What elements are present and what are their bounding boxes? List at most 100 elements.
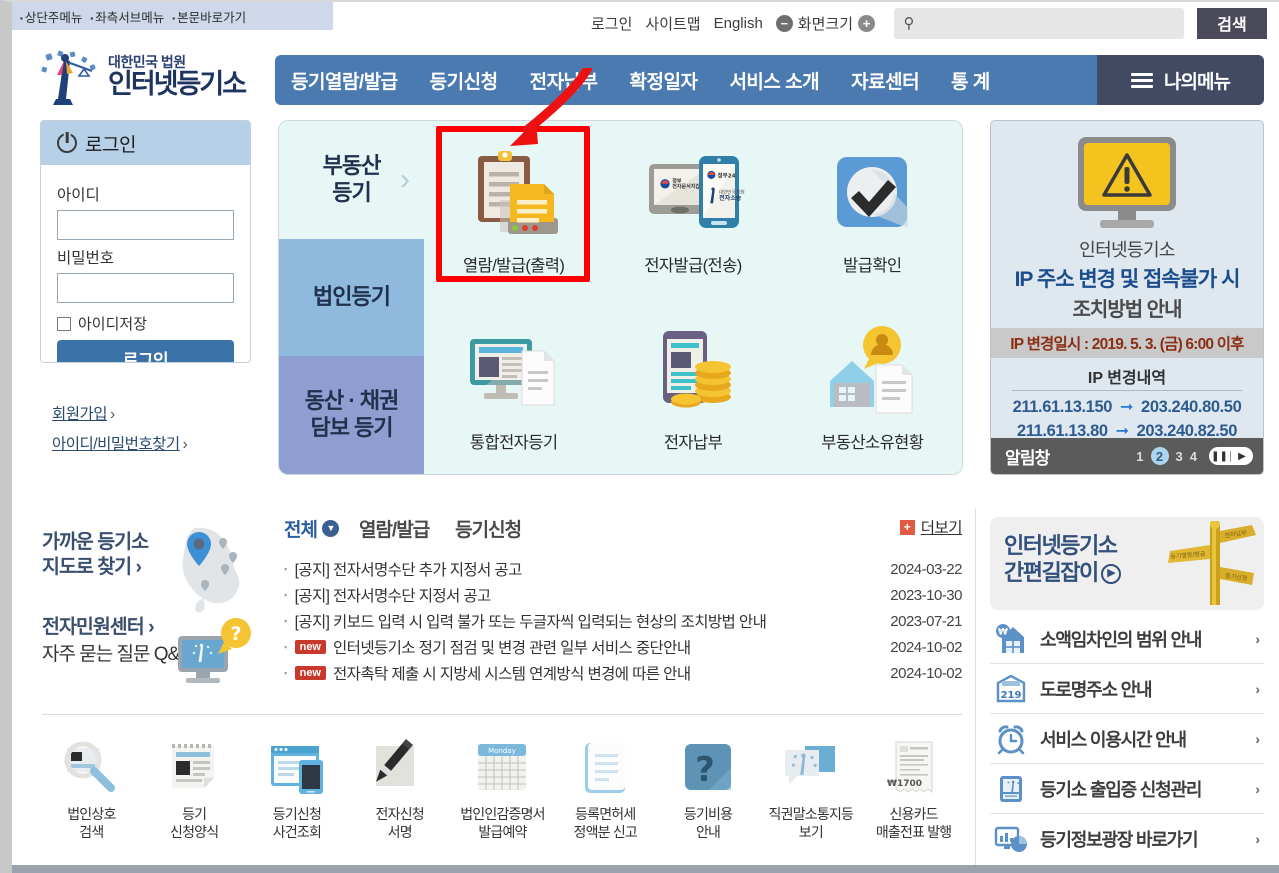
service-tile-view-issue[interactable]: 열람/발급(출력) [424, 121, 603, 298]
my-menu-button[interactable]: 나의메뉴 [1097, 55, 1264, 105]
banner-page-4[interactable]: 4 [1190, 449, 1197, 464]
nav-item-data-center[interactable]: 자료센터 [835, 67, 935, 94]
screen-size-label: 화면크기 [797, 15, 853, 33]
notice-title[interactable]: 전자촉탁 제출 시 지방세 시스템 연계방식 변경에 따른 안내 [333, 662, 890, 684]
quick-link-registration-cost-guide[interactable]: ? 등기비용 안내 [657, 738, 760, 841]
pause-icon[interactable]: ❚❚ [1209, 450, 1231, 462]
zoom-in-icon[interactable]: + [858, 14, 875, 32]
notice-row[interactable]: ▪ [공지] 전자서명수단 지정서 공고 2023-10-30 [284, 582, 962, 608]
notice-title[interactable]: [공지] 전자서명수단 지정서 공고 [295, 584, 891, 606]
login-submit-button[interactable]: 로그인 [57, 340, 234, 362]
utility-login-link[interactable]: 로그인 [591, 13, 632, 34]
banner-page-1[interactable]: 1 [1136, 449, 1143, 464]
category-movable-collateral-registry[interactable]: 동산 · 채권 담보 등기 [279, 356, 424, 474]
rail-link-label: 등기정보광장 바로가기 [1040, 830, 1199, 850]
service-tile-property-ownership[interactable]: 부동산소유현황 [783, 298, 962, 475]
category-label-2: 법인등기 [313, 284, 391, 310]
quick-link-seal-certificate-reservation[interactable]: Monday 법인인감증명서 발급예약 [451, 738, 554, 841]
notice-row[interactable]: ▪ [공지] 키보드 입력 시 입력 불가 또는 두글자씩 입력되는 현상의 조… [284, 608, 962, 634]
main-navigation: 등기열람/발급 등기신청 전자납부 확정일자 서비스 소개 자료센터 통 계 나… [275, 55, 1264, 105]
skip-link-top-menu[interactable]: 상단주메뉴 [20, 7, 83, 26]
service-tile-issue-confirm[interactable]: 발급확인 [783, 121, 962, 298]
skip-link-left-menu[interactable]: 좌측서브메뉴 [90, 7, 164, 26]
notice-row[interactable]: ▪ new 전자촉탁 제출 시 지방세 시스템 연계방식 변경에 따른 안내 2… [284, 660, 962, 686]
password-input[interactable] [57, 273, 234, 303]
quick-link-label: 전자신청 서명 [375, 806, 425, 840]
quick-link-case-inquiry[interactable]: 등기신청 사건조회 [246, 738, 349, 841]
simple-guide-promo[interactable]: 인터넷등기소 간편길잡이 ▶ 전자납부 등기열람/발급 등기신청 [990, 517, 1264, 610]
notice-tab-registry-apply[interactable]: 등기신청 [455, 515, 522, 542]
utility-english-link[interactable]: English [714, 15, 763, 32]
id-input[interactable] [57, 210, 234, 240]
rail-link-label: 등기소 출입증 신청관리 [1040, 779, 1202, 800]
category-realestate-registry[interactable]: 부동산 등기 › [279, 121, 424, 239]
find-registry-office-promo[interactable]: 가까운 등기소 지도로 찾기 › [42, 522, 257, 622]
service-tile-label-2: 전자발급(전송) [644, 257, 742, 276]
service-tile-electronic-issue[interactable]: 정부 전자문서지갑 정부24 대한민국 법원 전자소송 전자발급(전송) [603, 121, 782, 298]
service-tile-label-3: 발급확인 [843, 257, 902, 276]
new-badge: new [294, 640, 326, 654]
quick-link-application-form[interactable]: 등기 신청양식 [143, 738, 246, 841]
rail-link-label: 서비스 이용시간 안내 [1040, 729, 1187, 750]
site-logo[interactable]: 대한민국 법원 인터넷등기소 [40, 48, 272, 106]
search-button[interactable]: 검색 [1197, 7, 1267, 39]
banner-page-2[interactable]: 2 [1150, 447, 1169, 465]
nav-item-registry-apply[interactable]: 등기신청 [414, 67, 514, 94]
search-input[interactable] [924, 7, 1184, 39]
quick-link-cancellation-notice[interactable]: 직권말소통지등 보기 [759, 738, 862, 841]
save-id-label: 아이디저장 [78, 316, 148, 333]
service-tile-epayment[interactable]: 전자납부 [603, 298, 782, 475]
category-corporate-registry[interactable]: 법인등기 [279, 238, 424, 357]
nav-item-registry-view[interactable]: 등기열람/발급 [275, 67, 414, 94]
quick-link-corporate-name-search[interactable]: 법인상호 검색 [40, 738, 143, 841]
eservice-qna-promo[interactable]: 전자민원센터 › 자주 묻는 질문 Q&A ? [42, 610, 262, 700]
banner-page-3[interactable]: 3 [1176, 449, 1183, 464]
monitor-warning-icon [1068, 133, 1186, 233]
notice-row[interactable]: ▪ new 인터넷등기소 정기 점검 및 변경 관련 일부 서비스 중단안내 2… [284, 634, 962, 660]
notice-title[interactable]: [공지] 전자서명수단 추가 지정서 공고 [295, 558, 891, 580]
notice-tab-all[interactable]: 전체 ▼ [284, 515, 339, 542]
chevron-down-icon: ▼ [321, 519, 339, 537]
banner-pagination: 1 2 3 4 [1136, 447, 1197, 465]
rail-link-service-hours[interactable]: 서비스 이용시간 안내 › [990, 714, 1264, 764]
quick-link-credit-card-receipt[interactable]: ₩1700 신용카드 매출전표 발행 [862, 738, 965, 841]
bullet-icon: ▪ [284, 668, 287, 678]
rail-link-office-pass-management[interactable]: 등기소 출입증 신청관리 › [990, 764, 1264, 814]
nav-item-epayment[interactable]: 전자납부 [514, 67, 614, 94]
quick-link-license-tax-report[interactable]: 등록면허세 정액분 신고 [554, 738, 657, 841]
rail-link-small-lessee-scope[interactable]: ₩ 소액임차인의 범위 안내 › [990, 614, 1264, 664]
quick-link-label: 등기 신청양식 [169, 806, 219, 840]
banner-controls: 알림창 1 2 3 4 ❚❚ ▶ [991, 438, 1263, 474]
notice-banner[interactable]: 인터넷등기소 IP 주소 변경 및 접속불가 시 조치방법 안내 IP 변경일시… [990, 120, 1264, 475]
svg-text:₩: ₩ [998, 627, 1008, 637]
bullet-icon: ▪ [284, 564, 287, 574]
notice-row[interactable]: ▪ [공지] 전자서명수단 추가 지정서 공고 2024-03-22 [284, 556, 962, 582]
rail-link-registry-info-plaza[interactable]: 등기정보광장 바로가기 › [990, 814, 1264, 864]
svg-text:전자소송: 전자소송 [719, 194, 742, 202]
rail-link-road-address[interactable]: 219 도로명주소 안내 › [990, 664, 1264, 714]
notice-more-button[interactable]: + 더보기 [899, 516, 963, 538]
utility-sitemap-link[interactable]: 사이트맵 [645, 13, 700, 34]
magnifier-document-icon [61, 738, 121, 798]
notice-tab-view-issue[interactable]: 열람/발급 [359, 515, 430, 542]
nav-item-statistics[interactable]: 통 계 [935, 67, 1006, 94]
save-id-checkbox[interactable] [57, 316, 71, 331]
zoom-out-icon[interactable]: − [775, 14, 793, 32]
right-rail-divider [975, 508, 976, 873]
nav-item-service-intro[interactable]: 서비스 소개 [713, 67, 835, 94]
notice-more-label: 더보기 [920, 520, 963, 537]
signup-link[interactable]: 회원가입 › [52, 402, 187, 424]
find-id-password-link[interactable]: 아이디/비밀번호찾기 › [52, 432, 188, 454]
notice-title[interactable]: [공지] 키보드 입력 시 입력 불가 또는 두글자씩 입력되는 현상의 조치방… [295, 610, 891, 632]
next-icon[interactable]: ▶ [1231, 451, 1253, 462]
quick-link-esignature[interactable]: 전자신청 서명 [348, 738, 451, 841]
notice-title[interactable]: 인터넷등기소 정기 점검 및 변경 관련 일부 서비스 중단안내 [333, 636, 890, 658]
logo-line-2: 인터넷등기소 [108, 69, 247, 100]
footer-bar [12, 865, 1279, 873]
nav-item-fixed-date[interactable]: 확정일자 [614, 67, 714, 94]
quick-link-label: 등기신청 사건조회 [272, 806, 322, 840]
category-label-1: 부동산 등기 [322, 153, 382, 205]
skip-link-content[interactable]: 본문바로가기 [172, 7, 246, 26]
save-id-row[interactable]: 아이디저장 [57, 313, 234, 334]
service-tile-integrated-eregistry[interactable]: 통합전자등기 [424, 298, 603, 475]
